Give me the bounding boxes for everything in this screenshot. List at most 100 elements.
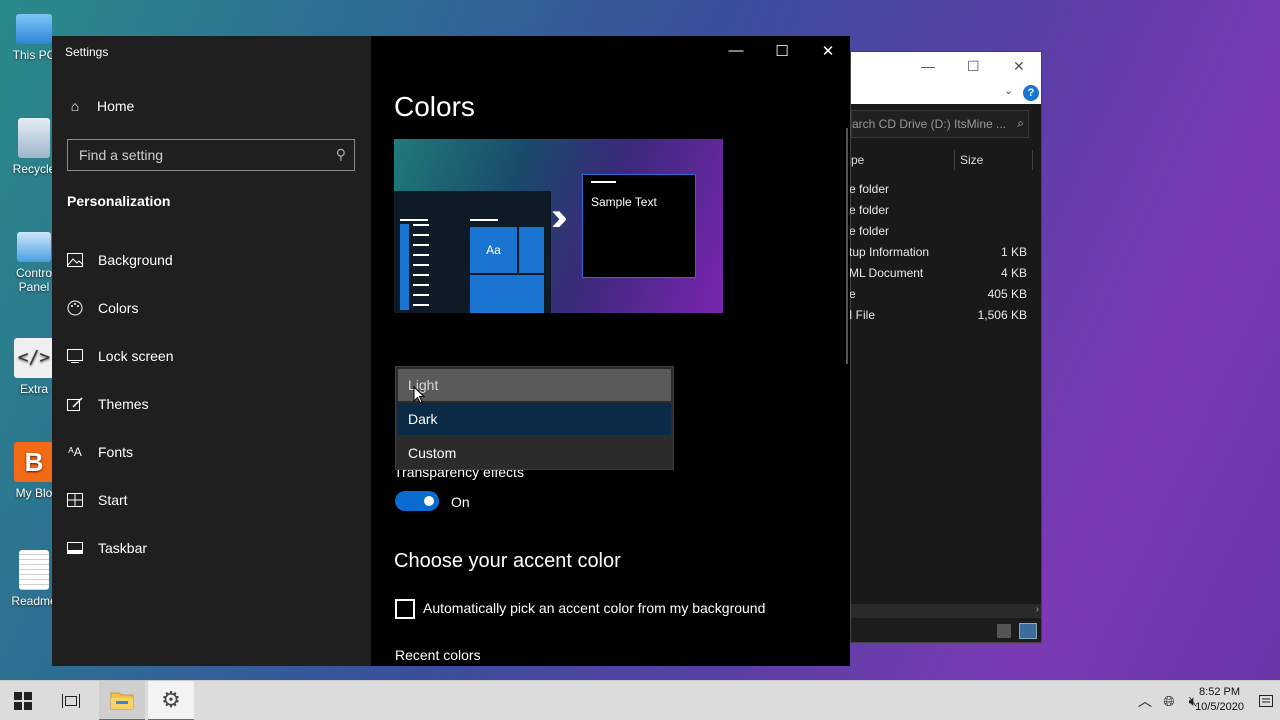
file-size: 1,506 KB — [977, 308, 1027, 322]
palette-icon — [67, 300, 83, 316]
horizontal-scrollbar[interactable]: › — [851, 604, 1041, 618]
action-center-button[interactable] — [1256, 691, 1276, 711]
explorer-statusbar — [851, 620, 1041, 642]
computer-icon — [16, 14, 52, 44]
preview-tile-column — [400, 224, 409, 310]
maximize-icon[interactable]: ☐ — [967, 58, 980, 75]
file-type: e — [849, 287, 856, 301]
sidebar-item-colors[interactable]: Colors — [67, 296, 138, 320]
sidebar-item-taskbar[interactable]: Taskbar — [67, 536, 147, 560]
explorer-column-header: pe Size — [851, 150, 1041, 172]
help-icon[interactable]: ? — [1023, 85, 1039, 101]
home-icon: ⌂ — [70, 98, 80, 114]
settings-content: — ☐ ✕ Colors Aa ›› Sample Text Light Dar… — [371, 36, 850, 666]
clock-date: 10/5/2020 — [1195, 701, 1244, 713]
scroll-right-icon[interactable]: › — [1036, 604, 1039, 615]
task-view-icon — [62, 694, 80, 708]
control-panel-icon — [17, 232, 51, 262]
taskbar-icon — [67, 540, 83, 556]
file-row[interactable]: ML Document 4 KB — [849, 266, 1027, 287]
transparency-toggle[interactable] — [395, 491, 439, 511]
sidebar-item-lock-screen[interactable]: Lock screen — [67, 344, 173, 368]
dropdown-option-light[interactable]: Light — [398, 369, 671, 401]
mode-dropdown-list[interactable]: Light Dark Custom — [395, 366, 674, 470]
file-row[interactable]: e 405 KB — [849, 287, 1027, 308]
recent-colors-label: Recent colors — [395, 647, 481, 663]
file-row[interactable]: e folder — [849, 224, 1027, 245]
settings-window[interactable]: Settings ⌂ Home Find a setting ⚲ Personal… — [52, 36, 850, 666]
vertical-scrollbar[interactable] — [846, 128, 848, 364]
dropdown-option-dark[interactable]: Dark — [398, 403, 671, 435]
minimize-icon[interactable]: — — [921, 58, 935, 74]
file-type: I File — [849, 308, 876, 322]
file-type: tup Information — [849, 245, 930, 259]
network-tray-button[interactable]: 🌐︎ — [1158, 681, 1180, 720]
find-setting-input[interactable]: Find a setting ⚲ — [67, 139, 355, 171]
column-size[interactable]: Size — [960, 153, 983, 167]
file-size: 1 KB — [1000, 245, 1027, 259]
toggle-knob — [424, 496, 434, 506]
auto-accent-label[interactable]: Automatically pick an accent color from … — [423, 600, 765, 616]
file-size: 4 KB — [1000, 266, 1027, 280]
file-row[interactable]: I File 1,506 KB — [849, 308, 1027, 329]
text-file-icon — [19, 550, 49, 590]
chevron-up-icon: ︿ — [1138, 693, 1152, 709]
nav-home-label: Home — [97, 98, 135, 114]
file-explorer-taskbar-button[interactable] — [99, 681, 145, 720]
nav-home[interactable]: ⌂ Home — [67, 98, 135, 114]
settings-taskbar-button[interactable]: ⚙ — [148, 681, 194, 720]
explorer-search-input[interactable]: arch CD Drive (D:) ItsMine ... ⌕ — [851, 110, 1029, 138]
details-view-icon[interactable] — [997, 624, 1011, 638]
auto-accent-checkbox[interactable] — [395, 599, 415, 619]
column-divider — [1032, 150, 1033, 170]
globe-icon: 🌐︎ — [1163, 692, 1175, 709]
search-icon: ⚲ — [335, 146, 346, 162]
explorer-titlebar[interactable]: — ☐ ✕ ⌄ ? — [851, 52, 1041, 104]
windows-logo-icon — [14, 692, 32, 710]
color-preview: Aa ›› Sample Text — [394, 139, 723, 313]
file-type: e folder — [849, 203, 890, 217]
show-hidden-icons-button[interactable]: ︿ — [1136, 681, 1154, 720]
file-explorer-window[interactable]: — ☐ ✕ ⌄ ? arch CD Drive (D:) ItsMine ...… — [849, 51, 1042, 643]
column-type[interactable]: pe — [851, 153, 864, 167]
folder-icon — [110, 692, 134, 710]
preview-menu-lines — [413, 224, 429, 313]
file-type: ML Document — [849, 266, 924, 280]
fonts-icon: ᴬA — [68, 445, 82, 459]
sidebar-item-themes[interactable]: Themes — [67, 392, 149, 416]
file-type: e folder — [849, 224, 890, 238]
accent-color-heading: Choose your accent color — [394, 550, 621, 572]
blogger-icon: B — [14, 442, 54, 482]
start-button[interactable] — [0, 681, 46, 720]
themes-icon — [67, 396, 83, 412]
preview-small-tiles — [470, 275, 544, 313]
chevron-down-icon[interactable]: ⌄ — [1004, 84, 1013, 97]
sidebar-item-start[interactable]: Start — [67, 488, 128, 512]
notification-icon — [1259, 695, 1273, 707]
file-row[interactable]: e folder — [849, 182, 1027, 203]
sidebar-item-fonts[interactable]: ᴬA Fonts — [67, 440, 133, 464]
file-type: e folder — [849, 182, 890, 196]
task-view-button[interactable] — [48, 681, 94, 720]
clock-time: 8:52 PM — [1199, 686, 1241, 698]
file-row[interactable]: tup Information 1 KB — [849, 245, 1027, 266]
sidebar-item-label: Colors — [98, 300, 139, 316]
image-icon — [67, 252, 83, 268]
close-icon[interactable]: ✕ — [1013, 58, 1025, 75]
page-title: Colors — [394, 91, 475, 122]
double-chevron-icon: ›› — [551, 195, 567, 239]
dropdown-option-custom[interactable]: Custom — [398, 437, 671, 469]
file-row[interactable]: e folder — [849, 203, 1027, 224]
system-clock[interactable]: 8:52 PM 10/5/2020 — [1195, 685, 1244, 715]
recycle-bin-icon — [18, 118, 50, 158]
sidebar-item-background[interactable]: Background — [67, 248, 173, 272]
large-icons-view-icon[interactable] — [1019, 623, 1037, 639]
preview-tile: Aa — [470, 227, 517, 273]
sidebar-item-label: Fonts — [98, 444, 134, 460]
start-icon — [67, 492, 83, 508]
minimize-button[interactable]: — — [713, 42, 759, 62]
taskbar: ⚙ ︿ 🌐︎ 🔇︎ 8:52 PM 10/5/2020 — [0, 680, 1280, 720]
section-title: Personalization — [67, 193, 171, 209]
close-button[interactable]: ✕ — [805, 42, 851, 62]
maximize-button[interactable]: ☐ — [759, 42, 805, 62]
